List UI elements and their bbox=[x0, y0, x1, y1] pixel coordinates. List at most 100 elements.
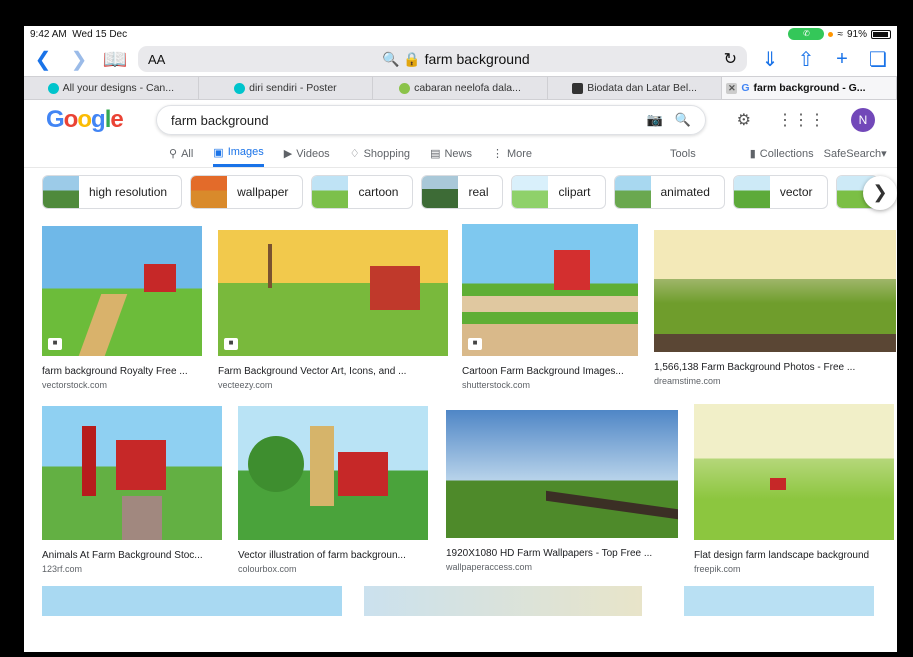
chip-wallpaper[interactable]: wallpaper bbox=[190, 175, 304, 209]
result-source: freepik.com bbox=[694, 564, 741, 574]
back-icon[interactable]: ❮ bbox=[30, 47, 56, 72]
google-header: Google farm background 📷 🔍 ⚙ ⋮⋮⋮ N bbox=[24, 100, 897, 140]
chip-real[interactable]: real bbox=[421, 175, 504, 209]
download-icon[interactable]: ⇓ bbox=[757, 47, 783, 72]
result-image[interactable] bbox=[446, 410, 678, 538]
result-title[interactable]: 1,566,138 Farm Background Photos - Free … bbox=[654, 362, 896, 373]
tab-images[interactable]: ▣ Images bbox=[213, 140, 264, 167]
result-source: dreamstime.com bbox=[654, 376, 721, 386]
wifi-icon: ≈ bbox=[837, 28, 843, 40]
share-icon[interactable]: ⇧ bbox=[793, 47, 819, 72]
result-title[interactable]: Flat design farm landscape background bbox=[694, 550, 894, 561]
tab-all[interactable]: ⚲ All bbox=[169, 140, 193, 167]
address-bar[interactable]: AA 🔍 🔒 farm background ↻ bbox=[138, 46, 747, 72]
tab-overview-icon[interactable]: ❏ bbox=[865, 47, 891, 72]
reload-icon[interactable]: ↻ bbox=[724, 49, 737, 69]
tab-videos[interactable]: ▶ Videos bbox=[284, 140, 330, 167]
table-shape bbox=[654, 334, 896, 352]
result-card[interactable]: Vector illustration of farm backgroun...… bbox=[238, 406, 428, 574]
result-card[interactable]: 1920X1080 HD Farm Wallpapers - Top Free … bbox=[446, 410, 678, 572]
result-image[interactable] bbox=[684, 586, 874, 616]
chip-animated[interactable]: animated bbox=[613, 175, 725, 209]
result-title[interactable]: Vector illustration of farm backgroun... bbox=[238, 550, 428, 561]
result-image[interactable] bbox=[694, 404, 894, 540]
google-g-icon: G bbox=[741, 82, 750, 94]
result-source: 123rf.com bbox=[42, 564, 83, 574]
result-image[interactable]: ■ bbox=[462, 224, 638, 356]
result-card[interactable]: 1,566,138 Farm Background Photos - Free … bbox=[654, 230, 896, 386]
tab-farm-background[interactable]: ✕ G farm background - G... bbox=[722, 77, 897, 99]
result-card[interactable]: ■ Cartoon Farm Background Images... shut… bbox=[462, 224, 638, 390]
tab-biodata[interactable]: Biodata dan Latar Bel... bbox=[548, 77, 723, 99]
address-text[interactable]: 🔍 🔒 farm background bbox=[188, 51, 724, 68]
path-shape bbox=[122, 496, 162, 540]
new-tab-icon[interactable]: + bbox=[829, 48, 855, 71]
result-image[interactable] bbox=[42, 586, 342, 616]
forward-icon[interactable]: ❯ bbox=[66, 47, 92, 72]
tab-label: cabaran neelofa dala... bbox=[414, 82, 521, 94]
more-vert-icon: ⋮ bbox=[491, 148, 503, 160]
result-title[interactable]: Farm Background Vector Art, Icons, and .… bbox=[218, 366, 448, 377]
call-indicator-icon[interactable]: ✆ bbox=[788, 28, 825, 40]
tab-label: Biodata dan Latar Bel... bbox=[587, 82, 697, 94]
result-card-partial[interactable] bbox=[364, 586, 642, 616]
chip-high-resolution[interactable]: high resolution bbox=[42, 175, 183, 209]
tab-shopping[interactable]: ♢ Shopping bbox=[350, 140, 410, 167]
barn-shape bbox=[554, 250, 590, 290]
chip-cartoon[interactable]: cartoon bbox=[311, 175, 414, 209]
result-title[interactable]: 1920X1080 HD Farm Wallpapers - Top Free … bbox=[446, 548, 678, 559]
chip-thumbnail bbox=[733, 176, 770, 208]
chip-clipart[interactable]: clipart bbox=[511, 175, 606, 209]
tab-label: farm background - G... bbox=[753, 82, 866, 94]
status-date: Wed 15 Dec bbox=[72, 28, 128, 40]
result-card[interactable]: Flat design farm landscape background fr… bbox=[694, 404, 894, 574]
tools-button[interactable]: Tools bbox=[670, 140, 696, 167]
camera-icon[interactable]: 📷 bbox=[647, 112, 663, 128]
chip-thumbnail bbox=[422, 176, 459, 208]
result-title[interactable]: farm background Royalty Free ... bbox=[42, 366, 202, 377]
safesearch-button[interactable]: SafeSearch ▾ bbox=[824, 140, 887, 167]
avatar[interactable]: N bbox=[851, 108, 875, 132]
chip-vector[interactable]: vector bbox=[732, 175, 828, 209]
result-card-partial[interactable] bbox=[684, 586, 874, 616]
result-card-partial[interactable] bbox=[42, 586, 342, 616]
site-icon bbox=[572, 82, 584, 94]
result-card[interactable]: Animals At Farm Background Stoc... 123rf… bbox=[42, 406, 222, 574]
bookmark-icon: ▮ bbox=[749, 148, 756, 160]
image-badge-icon: ■ bbox=[468, 338, 482, 350]
bookmarks-icon[interactable]: 📖 bbox=[102, 47, 128, 72]
tab-more[interactable]: ⋮ More bbox=[492, 140, 532, 167]
close-tab-icon[interactable]: ✕ bbox=[726, 82, 738, 94]
search-box[interactable]: farm background 📷 🔍 bbox=[156, 105, 706, 135]
tab-bar: All your designs - Can... diri sendiri -… bbox=[24, 76, 897, 100]
search-nav: ⚲ All ▣ Images ▶ Videos ♢ Shopping ▤ News ⋮ Mo… bbox=[24, 140, 897, 168]
result-card[interactable]: ■ farm background Royalty Free ... vecto… bbox=[42, 226, 202, 390]
gear-icon[interactable]: ⚙ bbox=[737, 110, 751, 130]
reader-aa-button[interactable]: AA bbox=[148, 52, 188, 67]
result-image[interactable] bbox=[238, 406, 428, 540]
search-input[interactable]: farm background bbox=[171, 113, 635, 128]
collections-button[interactable]: ▮ Collections bbox=[750, 140, 814, 167]
canva-icon bbox=[47, 82, 59, 94]
result-image[interactable] bbox=[654, 230, 896, 352]
google-logo[interactable]: Google bbox=[46, 106, 156, 134]
result-image[interactable] bbox=[42, 406, 222, 540]
tab-canva-designs[interactable]: All your designs - Can... bbox=[24, 77, 199, 99]
result-source: shutterstock.com bbox=[462, 380, 531, 390]
apps-grid-icon[interactable]: ⋮⋮⋮ bbox=[777, 110, 825, 130]
tab-canva-poster[interactable]: diri sendiri - Poster bbox=[199, 77, 374, 99]
battery-percent: 91% bbox=[846, 28, 867, 40]
result-image[interactable] bbox=[364, 586, 642, 616]
search-icon[interactable]: 🔍 bbox=[675, 112, 691, 128]
result-title[interactable]: Cartoon Farm Background Images... bbox=[462, 366, 638, 377]
tab-cabaran[interactable]: cabaran neelofa dala... bbox=[373, 77, 548, 99]
result-image[interactable]: ■ bbox=[42, 226, 202, 356]
tab-label: diri sendiri - Poster bbox=[249, 82, 337, 94]
result-card[interactable]: ■ Farm Background Vector Art, Icons, and… bbox=[218, 230, 448, 390]
chevron-right-icon[interactable]: ❯ bbox=[863, 176, 897, 210]
chip-thumbnail bbox=[191, 176, 228, 208]
tab-news[interactable]: ▤ News bbox=[430, 140, 472, 167]
result-title[interactable]: Animals At Farm Background Stoc... bbox=[42, 550, 222, 561]
result-image[interactable]: ■ bbox=[218, 230, 448, 356]
chip-thumbnail bbox=[614, 176, 651, 208]
